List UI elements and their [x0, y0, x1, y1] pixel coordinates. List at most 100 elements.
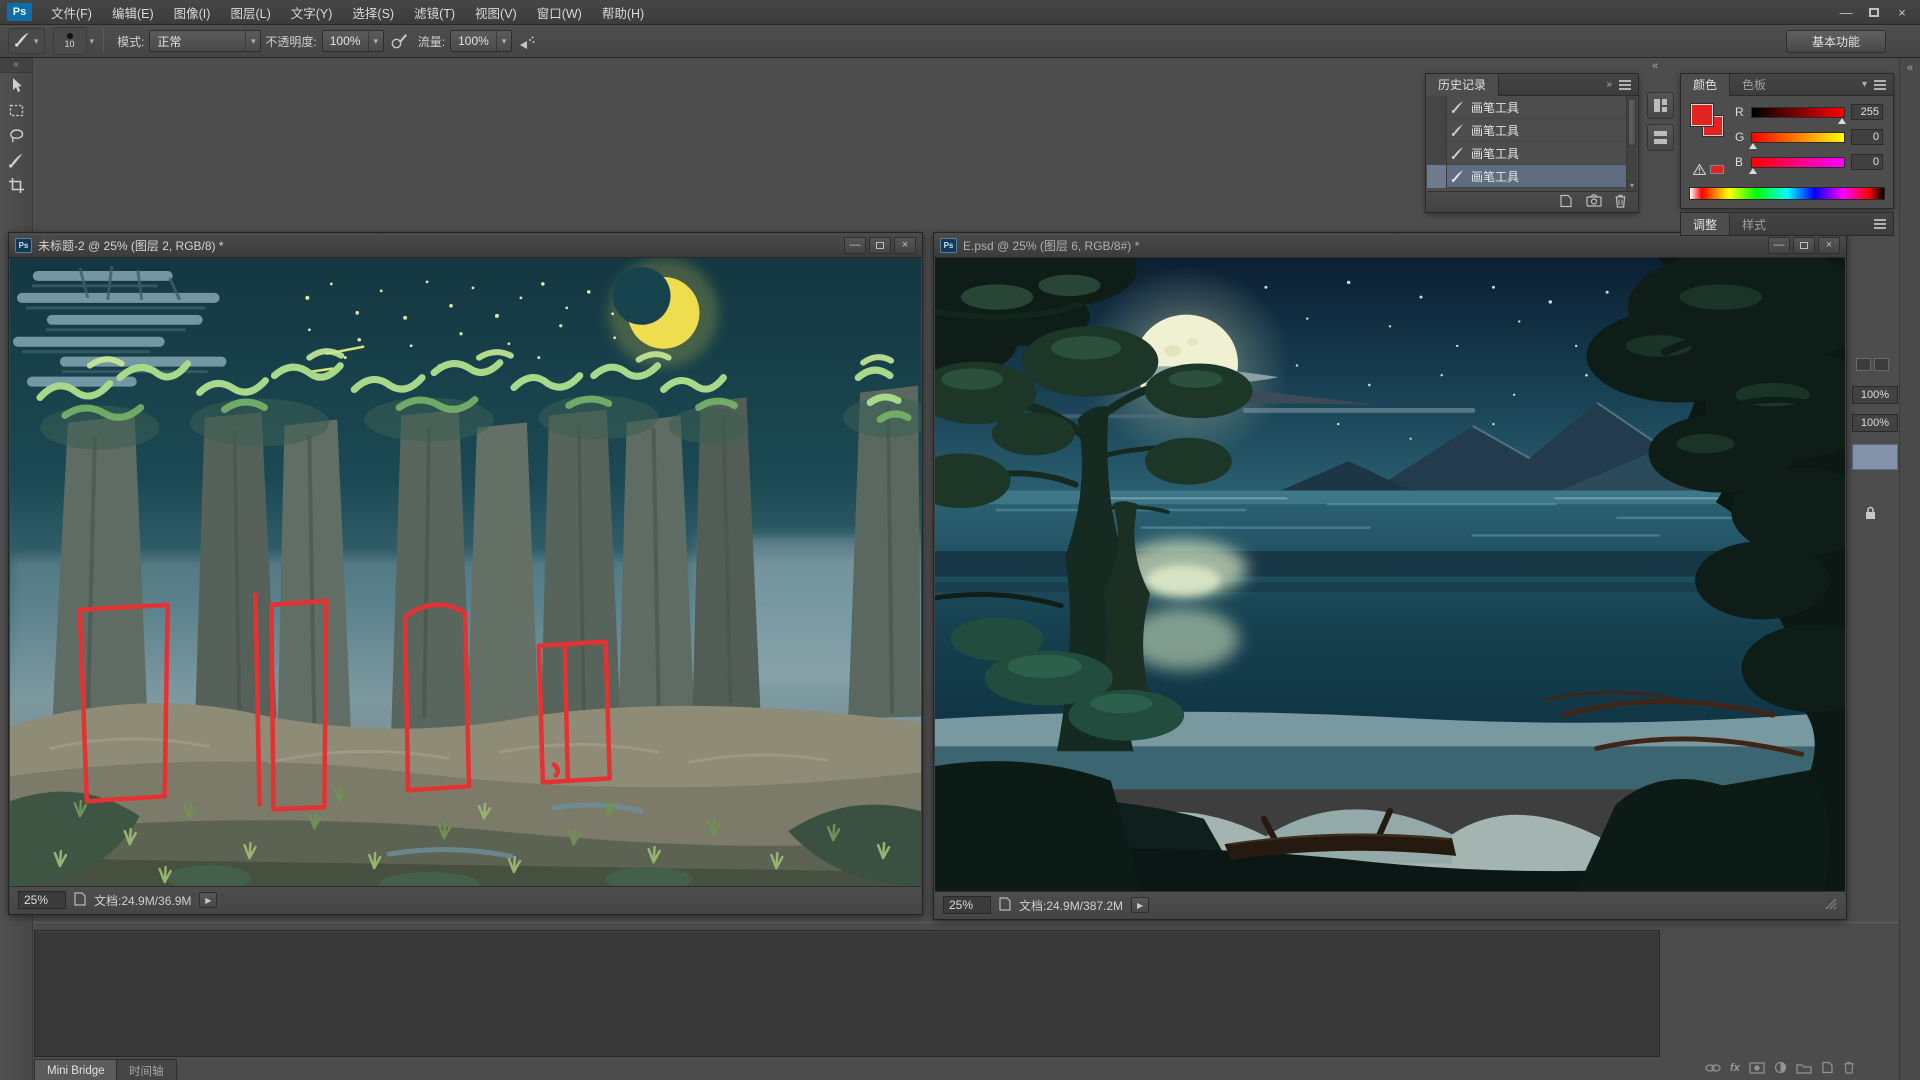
doc-minimize-button[interactable]: — — [844, 237, 866, 254]
zoom-level-field[interactable]: 25% — [18, 891, 66, 909]
blue-value-field[interactable]: 0 — [1851, 154, 1883, 170]
green-value-field[interactable]: 0 — [1851, 129, 1883, 145]
tool-preset-picker[interactable]: ▾ — [8, 28, 45, 54]
dock-collapse-chevrons[interactable]: « — [1900, 58, 1920, 74]
collapsed-panel-button-1[interactable] — [1647, 92, 1674, 119]
menu-type[interactable]: 文字(Y) — [281, 0, 343, 25]
app-minimize-button[interactable]: — — [1832, 1, 1860, 23]
panel-menu-icon[interactable] — [1874, 223, 1886, 225]
menu-edit[interactable]: 编辑(E) — [102, 0, 164, 25]
menu-select[interactable]: 选择(S) — [342, 0, 404, 25]
new-document-from-state-button[interactable] — [1559, 194, 1574, 211]
lock-icon[interactable] — [1864, 506, 1877, 523]
green-slider-track[interactable] — [1751, 132, 1845, 143]
doc-close-button[interactable]: × — [894, 237, 916, 254]
history-row[interactable]: 画笔工具 — [1427, 96, 1626, 119]
layer-effects-icon[interactable]: fx — [1730, 1062, 1740, 1074]
history-source-checkbox[interactable] — [1427, 165, 1447, 188]
menu-image[interactable]: 图像(I) — [164, 0, 221, 25]
layer-mask-icon[interactable] — [1749, 1062, 1765, 1074]
tab-styles[interactable]: 样式 — [1730, 213, 1778, 235]
red-slider-track[interactable] — [1751, 107, 1845, 118]
document-window-psd[interactable]: Ps E.psd @ 25% (图层 6, RGB/8#) * — × — [933, 232, 1847, 920]
status-options-button[interactable]: ▶ — [199, 892, 217, 908]
marquee-tool[interactable] — [0, 98, 33, 123]
new-layer-icon[interactable] — [1821, 1061, 1834, 1074]
collapsed-panel-button-2[interactable] — [1647, 124, 1674, 151]
doc-restore-button[interactable] — [869, 237, 891, 254]
history-scrollbar[interactable]: ▾ — [1626, 96, 1637, 191]
red-value-field[interactable]: 255 — [1851, 104, 1883, 120]
tab-history[interactable]: 历史记录 — [1426, 74, 1499, 96]
panel-menu-icon[interactable] — [1619, 84, 1631, 86]
link-layers-icon[interactable] — [1705, 1062, 1721, 1074]
scroll-down-arrow-icon[interactable]: ▾ — [1627, 181, 1637, 190]
canvas-right-artwork[interactable] — [935, 258, 1845, 891]
canvas-left-artwork[interactable] — [10, 258, 921, 886]
delete-layer-icon[interactable] — [1843, 1061, 1855, 1074]
brush-preset-picker[interactable]: 10 — [53, 27, 87, 55]
gamut-color-swatch[interactable] — [1710, 165, 1724, 174]
color-spectrum-ramp[interactable] — [1689, 187, 1885, 200]
history-source-checkbox[interactable] — [1427, 119, 1447, 142]
brush-tool[interactable] — [0, 148, 33, 173]
history-source-checkbox[interactable] — [1427, 96, 1447, 119]
menu-view[interactable]: 视图(V) — [465, 0, 527, 25]
workspace-switcher-button[interactable]: 基本功能 — [1786, 30, 1886, 53]
document-window-untitled[interactable]: Ps 未标题-2 @ 25% (图层 2, RGB/8) * — × — [8, 232, 923, 915]
menu-filter[interactable]: 滤镜(T) — [404, 0, 465, 25]
history-row[interactable]: 画笔工具 — [1427, 119, 1626, 142]
menu-layer[interactable]: 图层(L) — [220, 0, 280, 25]
move-tool[interactable] — [0, 73, 33, 98]
foreground-color-swatch[interactable] — [1691, 104, 1713, 126]
green-slider-handle[interactable] — [1749, 143, 1757, 149]
app-close-button[interactable]: × — [1888, 1, 1916, 23]
scrollbar-thumb[interactable] — [1628, 98, 1636, 146]
mini-bridge-content[interactable] — [34, 930, 1660, 1057]
layer-opacity-field[interactable]: 100% — [1852, 386, 1898, 404]
tab-swatches[interactable]: 色板 — [1730, 74, 1778, 96]
flow-dropdown[interactable]: 100% ▾ — [450, 30, 512, 52]
lasso-tool[interactable] — [0, 123, 33, 148]
tab-color[interactable]: 颜色 — [1681, 74, 1730, 96]
dock-collapse-chevrons[interactable]: « — [1652, 60, 1658, 72]
crop-tool[interactable] — [0, 173, 33, 198]
red-slider-handle[interactable] — [1838, 118, 1846, 124]
doc-minimize-button[interactable]: — — [1768, 237, 1790, 254]
tab-mini-bridge[interactable]: Mini Bridge — [34, 1059, 118, 1080]
layer-group-icon[interactable] — [1796, 1062, 1812, 1074]
layers-filter-icon-2[interactable] — [1874, 358, 1889, 371]
canvas-area-right[interactable] — [935, 258, 1845, 891]
layers-filter-icon[interactable] — [1856, 358, 1871, 371]
zoom-level-field[interactable]: 25% — [943, 896, 991, 914]
blend-mode-dropdown[interactable]: 正常 ▾ — [149, 30, 261, 52]
doc-close-button[interactable]: × — [1818, 237, 1840, 254]
adjustment-layer-icon[interactable] — [1774, 1061, 1787, 1074]
panel-menu-icon[interactable] — [1874, 84, 1886, 86]
layer-fill-field[interactable]: 100% — [1852, 414, 1898, 432]
status-options-button[interactable]: ▶ — [1131, 897, 1149, 913]
menu-window[interactable]: 窗口(W) — [527, 0, 592, 25]
airbrush-toggle[interactable] — [515, 29, 539, 53]
document-titlebar[interactable]: Ps E.psd @ 25% (图层 6, RGB/8#) * — × — [934, 233, 1846, 258]
blue-slider-track[interactable] — [1751, 157, 1845, 168]
document-titlebar[interactable]: Ps 未标题-2 @ 25% (图层 2, RGB/8) * — × — [9, 233, 922, 258]
chevron-down-icon[interactable]: ▾ — [90, 36, 95, 47]
chevron-down-icon[interactable]: ▾ — [1862, 79, 1867, 90]
blue-slider-handle[interactable] — [1749, 168, 1757, 174]
window-resize-grip[interactable] — [1824, 897, 1837, 913]
tab-adjustments[interactable]: 调整 — [1681, 213, 1730, 235]
selected-layer-row-edge[interactable] — [1852, 444, 1898, 470]
menu-help[interactable]: 帮助(H) — [592, 0, 654, 25]
app-restore-button[interactable] — [1860, 1, 1888, 23]
toolbar-collapse-button[interactable]: « — [0, 58, 32, 73]
pressure-opacity-toggle[interactable] — [387, 29, 411, 53]
gamut-warning[interactable] — [1693, 164, 1724, 175]
opacity-dropdown[interactable]: 100% ▾ — [322, 30, 384, 52]
delete-state-button[interactable] — [1614, 194, 1627, 211]
history-row[interactable]: 画笔工具 — [1427, 142, 1626, 165]
history-row-selected[interactable]: 画笔工具 — [1427, 165, 1626, 188]
history-source-checkbox[interactable] — [1427, 142, 1447, 165]
doc-restore-button[interactable] — [1793, 237, 1815, 254]
dock-collapse-icon[interactable]: » — [1606, 79, 1612, 90]
